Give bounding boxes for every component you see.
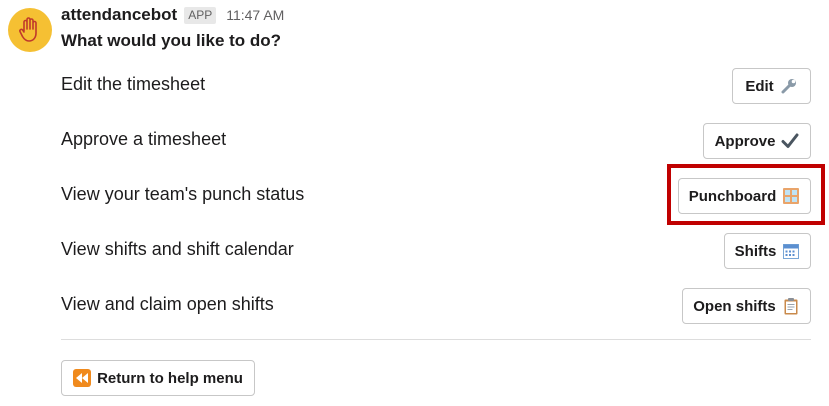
rewind-icon [73,369,92,387]
option-label: Approve a timesheet [61,129,227,149]
option-label: View and claim open shifts [61,294,274,314]
option-row-approve: Approve a timesheet Approve [61,123,811,163]
open-shifts-button[interactable]: Open shifts [682,288,811,324]
bot-avatar[interactable] [8,8,52,52]
option-label: View your team's punch status [61,184,305,204]
option-row-open-shifts: View and claim open shifts Open shifts [61,288,811,328]
option-label: Edit the timesheet [61,74,206,94]
app-badge: APP [184,6,217,24]
calendar-icon [782,242,800,260]
check-mark-icon [781,132,799,150]
approve-button[interactable]: Approve [703,123,811,159]
highlight-box [667,164,825,225]
message-timestamp[interactable]: 11:47 AM [226,7,284,23]
option-row-shifts: View shifts and shift calendar Shifts [61,233,811,273]
return-to-help-menu-button[interactable]: Return to help menu [61,360,255,396]
return-button-label: Return to help menu [97,369,243,387]
wrench-icon [780,77,798,95]
divider [61,339,811,340]
message-header: attendancebot APP 11:47 AM [61,4,284,26]
option-label: View shifts and shift calendar [61,239,294,259]
clipboard-icon [782,297,800,315]
edit-button[interactable]: Edit [732,68,811,104]
option-row-edit: Edit the timesheet Edit [61,68,811,108]
raised-hand-icon [19,17,37,42]
message-prompt: What would you like to do? [61,31,282,50]
bot-name[interactable]: attendancebot [61,5,177,25]
shifts-button[interactable]: Shifts [724,233,811,269]
